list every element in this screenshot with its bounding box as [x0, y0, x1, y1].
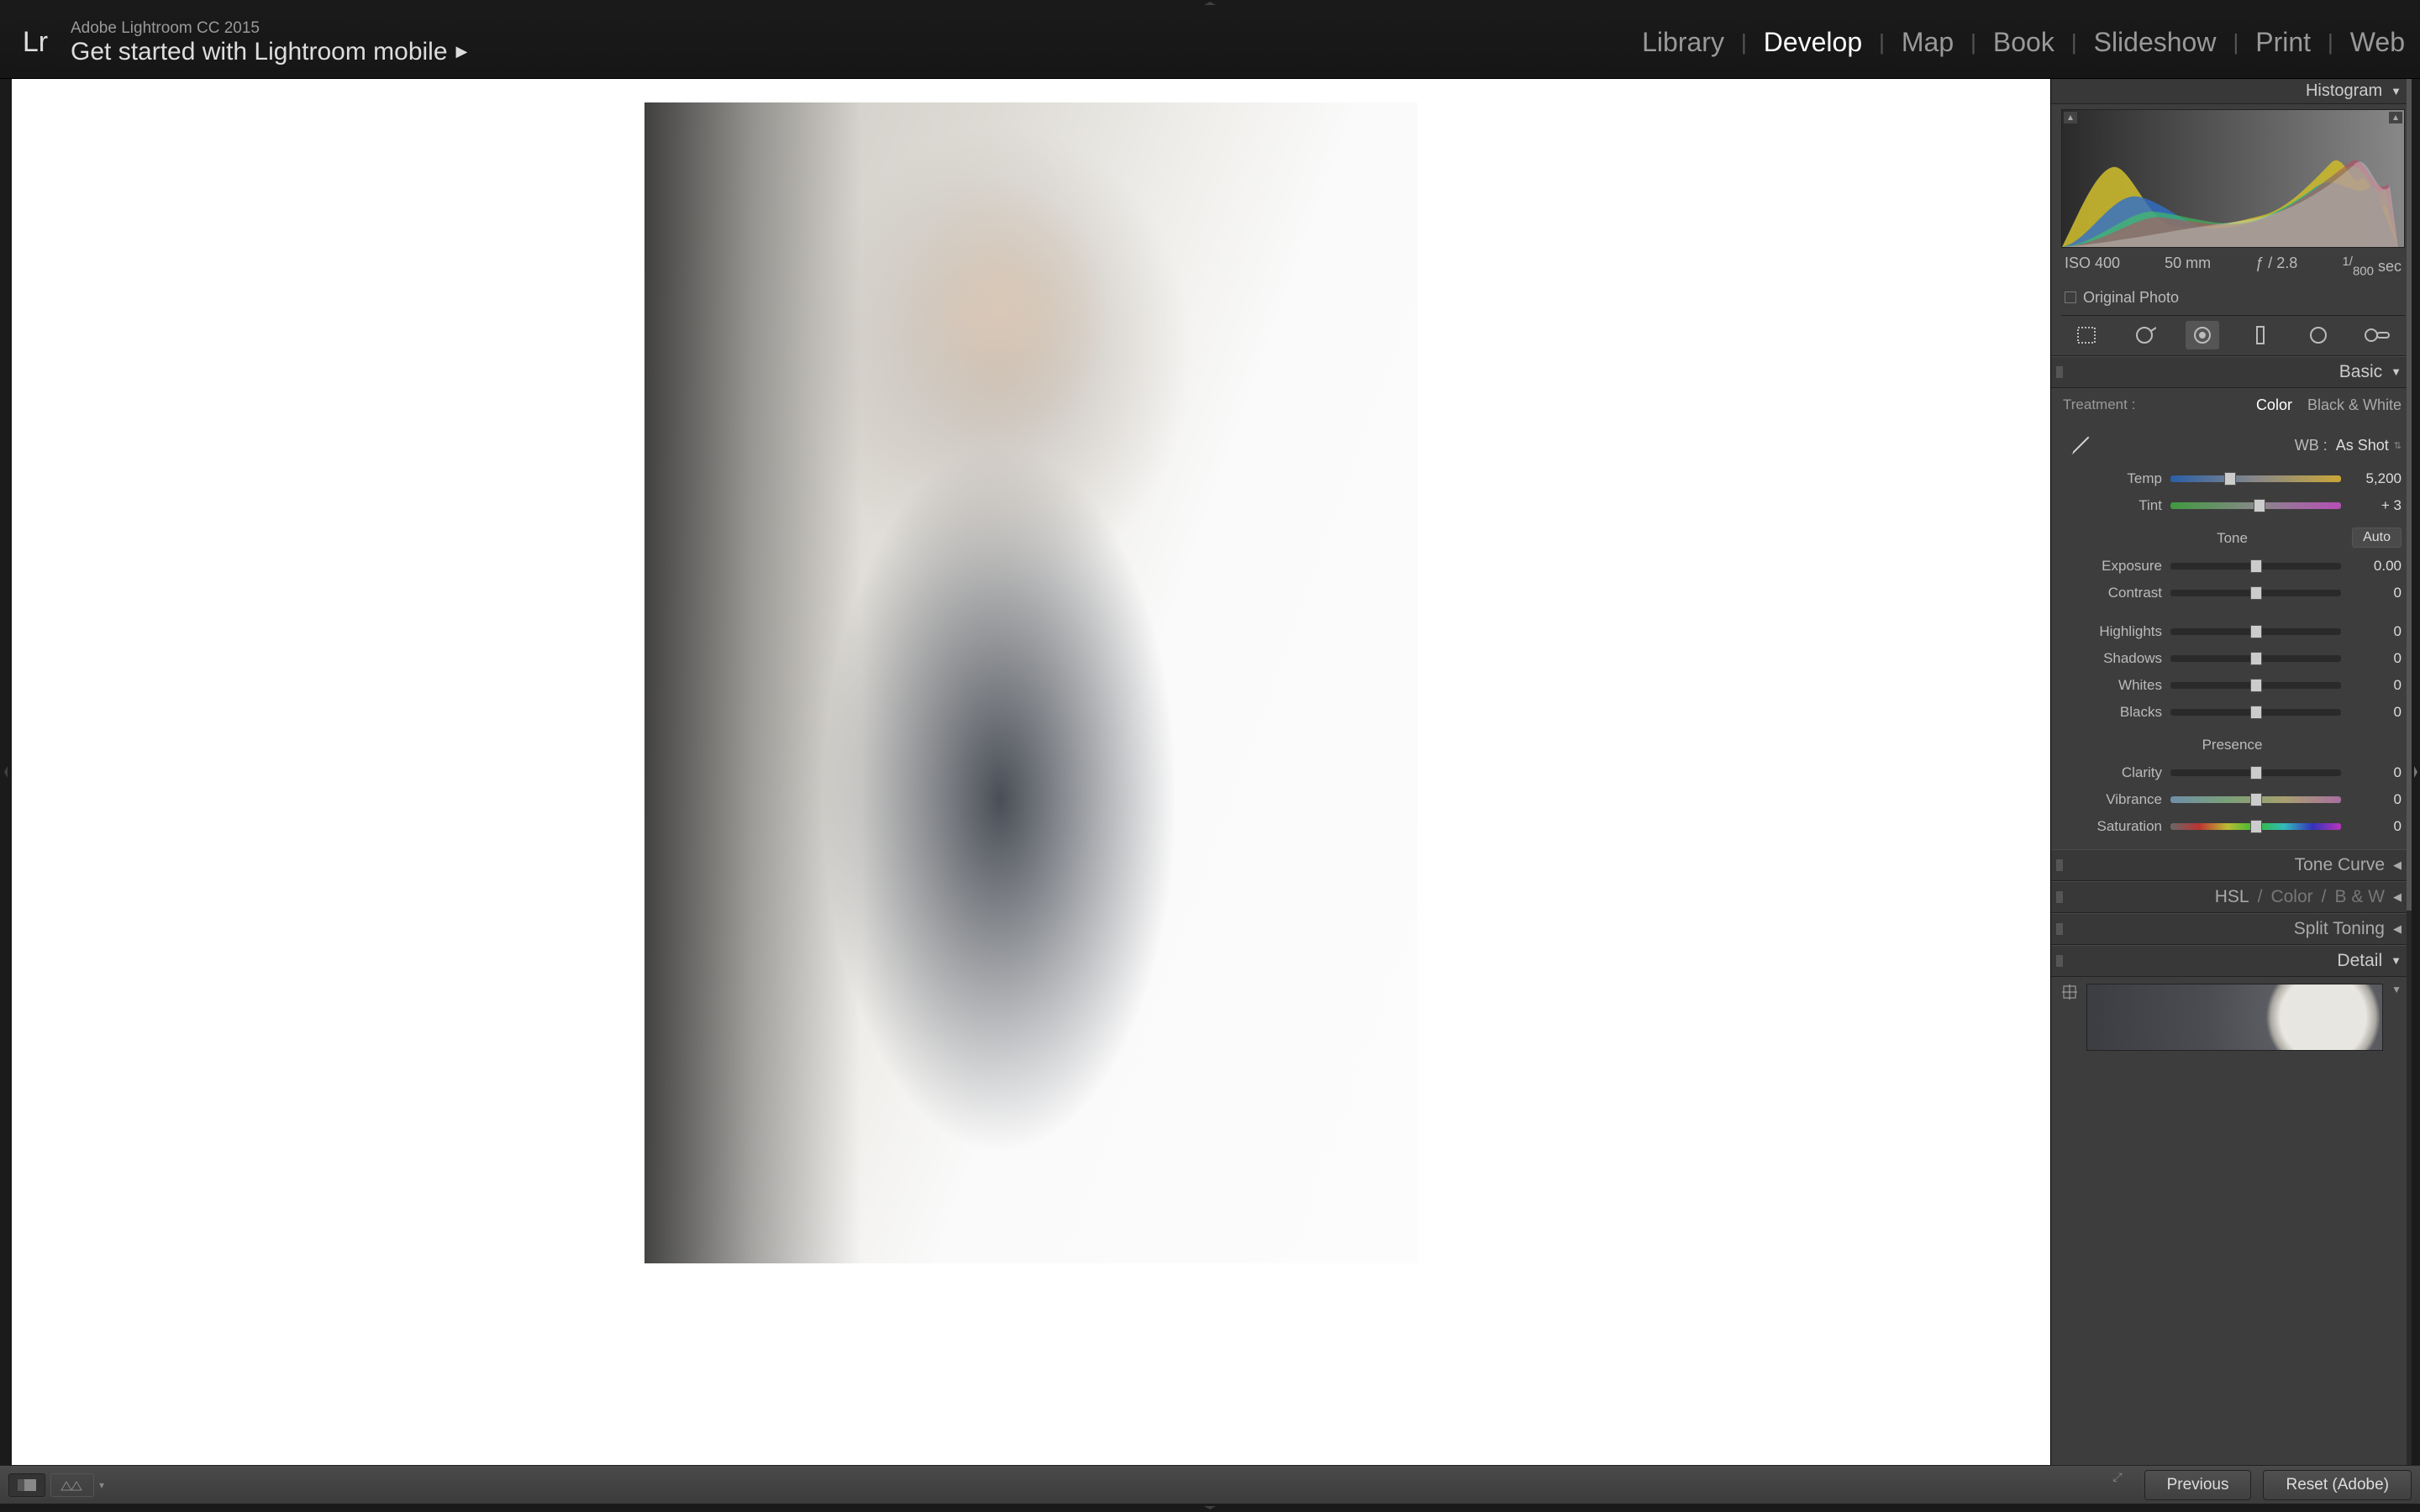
chevron-left-icon: ◀	[2393, 858, 2402, 872]
chevron-left-icon: ◀	[2393, 922, 2402, 936]
footer-bar: ▾ ⤢ Previous Reset (Adobe)	[0, 1465, 2420, 1504]
previous-button[interactable]: Previous	[2144, 1470, 2252, 1500]
temp-slider[interactable]: Temp 5,200	[2063, 468, 2402, 490]
detail-panel: ▼	[2051, 977, 2412, 1058]
focal-length-label: 50 mm	[2165, 255, 2211, 279]
app-title: Adobe Lightroom CC 2015	[71, 19, 467, 38]
nav-divider: |	[2233, 29, 2238, 55]
hsl-header[interactable]: HSL/ Color/ B & W ◀	[2051, 881, 2412, 913]
vibrance-slider[interactable]: Vibrance0	[2063, 789, 2402, 811]
white-balance-picker-icon[interactable]	[2063, 429, 2096, 463]
view-mode-tools: ▾	[8, 1473, 104, 1497]
nav-print[interactable]: Print	[2255, 27, 2311, 58]
treatment-row: Treatment : Color Black & White	[2063, 396, 2402, 414]
shadow-clipping-toggle[interactable]	[2064, 112, 2077, 123]
radial-filter-tool[interactable]	[2302, 321, 2335, 349]
dropdown-icon[interactable]: ▾	[99, 1479, 104, 1491]
spot-removal-tool[interactable]	[2128, 321, 2161, 349]
app-logo: Lr	[15, 23, 55, 63]
nav-map[interactable]: Map	[1902, 27, 1954, 58]
basic-panel: Treatment : Color Black & White WB : As …	[2051, 388, 2412, 849]
clarity-slider[interactable]: Clarity0	[2063, 762, 2402, 784]
presence-group-label: Presence	[2063, 737, 2402, 753]
whites-slider[interactable]: Whites0	[2063, 675, 2402, 696]
chevron-down-icon[interactable]: ▼	[2391, 984, 2402, 995]
expand-icon[interactable]: ⤢	[2112, 1470, 2122, 1500]
white-balance-select[interactable]: As Shot⇅	[2336, 437, 2402, 454]
checkbox-icon	[2065, 291, 2076, 303]
shutter-label: 1/800 sec	[2342, 255, 2402, 279]
treatment-bw[interactable]: Black & White	[2307, 396, 2402, 414]
split-toning-header[interactable]: Split Toning◀	[2051, 913, 2412, 945]
white-balance-row: WB : As Shot⇅	[2063, 429, 2402, 463]
right-panel-handle[interactable]	[2412, 79, 2420, 1465]
nav-divider: |	[2328, 29, 2333, 55]
histogram-display[interactable]	[2061, 109, 2405, 248]
chevron-left-icon: ◀	[2393, 890, 2402, 904]
panel-scrollbar[interactable]	[2407, 79, 2412, 1465]
right-panel: Histogram ▼ ISO 400 5	[2050, 79, 2412, 1465]
nav-book[interactable]: Book	[1993, 27, 2054, 58]
nav-divider: |	[1970, 29, 1976, 55]
treatment-color[interactable]: Color	[2256, 396, 2292, 414]
nav-divider: |	[1741, 29, 1747, 55]
shadows-slider[interactable]: Shadows0	[2063, 648, 2402, 669]
tint-slider[interactable]: Tint + 3	[2063, 495, 2402, 517]
exposure-slider[interactable]: Exposure0.00	[2063, 555, 2402, 577]
gradient-filter-tool[interactable]	[2244, 321, 2277, 349]
histogram-panel: ISO 400 50 mm ƒ / 2.8 1/800 sec Original…	[2051, 104, 2412, 316]
header-title-block: Adobe Lightroom CC 2015 Get started with…	[71, 19, 467, 66]
histogram-curves	[2062, 138, 2398, 247]
loupe-view-button[interactable]	[8, 1473, 45, 1497]
nav-web[interactable]: Web	[2350, 27, 2405, 58]
histogram-metadata: ISO 400 50 mm ƒ / 2.8 1/800 sec	[2061, 248, 2405, 286]
tone-curve-header[interactable]: Tone Curve◀	[2051, 849, 2412, 881]
reset-button[interactable]: Reset (Adobe)	[2263, 1470, 2412, 1500]
tone-group-label: Tone Auto	[2063, 530, 2402, 547]
chevron-down-icon: ▼	[2391, 365, 2402, 378]
nav-divider: |	[1879, 29, 1885, 55]
app-root: Lr Adobe Lightroom CC 2015 Get started w…	[0, 0, 2420, 1512]
compare-view-button[interactable]	[50, 1473, 94, 1497]
module-nav: Library | Develop | Map | Book | Slideshow | Print…	[1642, 27, 2405, 58]
left-panel-handle[interactable]	[0, 79, 12, 1465]
histogram-header[interactable]: Histogram ▼	[2051, 79, 2412, 104]
image-canvas[interactable]	[12, 79, 2050, 1465]
tool-strip	[2051, 316, 2412, 356]
redeye-tool[interactable]	[2186, 321, 2219, 349]
panel-switch-icon[interactable]	[2056, 366, 2063, 378]
basic-header[interactable]: Basic ▼	[2051, 356, 2412, 388]
bottom-panel-handle[interactable]	[0, 1504, 2420, 1512]
blacks-slider[interactable]: Blacks0	[2063, 701, 2402, 723]
aperture-label: ƒ / 2.8	[2255, 255, 2297, 279]
detail-preview[interactable]	[2086, 984, 2383, 1051]
highlight-clipping-toggle[interactable]	[2389, 112, 2402, 123]
nav-develop[interactable]: Develop	[1764, 27, 1862, 58]
mobile-promo-link[interactable]: Get started with Lightroom mobile ▶	[71, 38, 467, 66]
auto-tone-button[interactable]: Auto	[2352, 528, 2402, 548]
chevron-right-icon: ▶	[456, 43, 468, 60]
original-photo-toggle[interactable]: Original Photo	[2061, 286, 2405, 316]
updown-icon: ⇅	[2394, 440, 2402, 451]
header: Lr Adobe Lightroom CC 2015 Get started w…	[0, 7, 2420, 79]
detail-target-icon[interactable]	[2061, 984, 2078, 1000]
saturation-slider[interactable]: Saturation0	[2063, 816, 2402, 837]
detail-header[interactable]: Detail▼	[2051, 945, 2412, 977]
chevron-down-icon: ▼	[2391, 85, 2402, 97]
contrast-slider[interactable]: Contrast0	[2063, 582, 2402, 604]
crop-tool[interactable]	[2070, 321, 2103, 349]
preview-image	[644, 102, 1418, 1263]
nav-library[interactable]: Library	[1642, 27, 1724, 58]
nav-slideshow[interactable]: Slideshow	[2094, 27, 2217, 58]
chevron-down-icon: ▼	[2391, 954, 2402, 967]
nav-divider: |	[2071, 29, 2077, 55]
iso-label: ISO 400	[2065, 255, 2120, 279]
adjustment-brush-tool[interactable]	[2360, 321, 2393, 349]
top-panel-handle[interactable]	[0, 0, 2420, 7]
highlights-slider[interactable]: Highlights0	[2063, 621, 2402, 643]
main-content: Histogram ▼ ISO 400 5	[0, 79, 2420, 1465]
